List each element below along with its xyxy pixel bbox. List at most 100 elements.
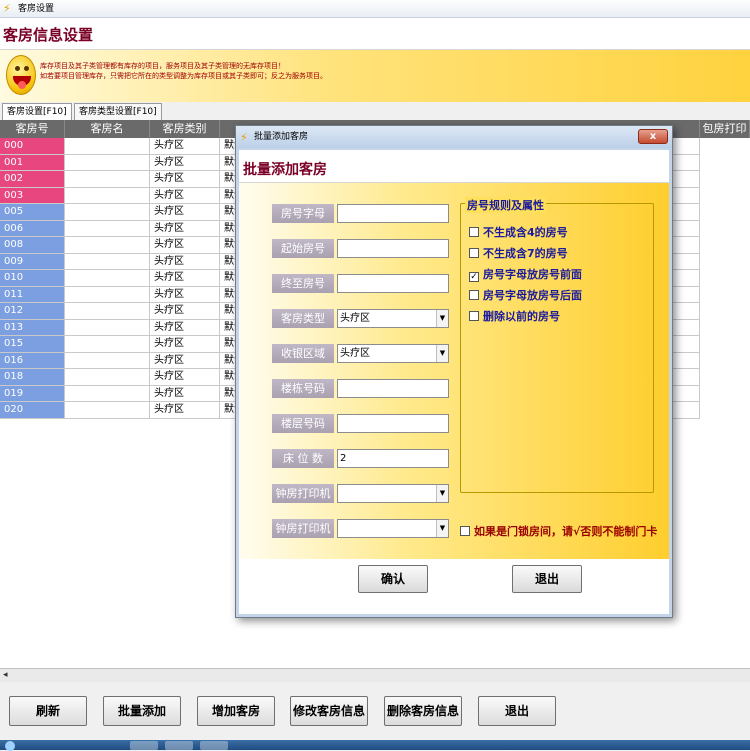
room-type-cell[interactable]: 头疗区 <box>150 369 220 386</box>
room-number-cell[interactable]: 001 <box>0 154 65 171</box>
column-header-room-printer[interactable]: 包房打印 <box>700 120 750 138</box>
room-name-cell[interactable] <box>65 286 150 303</box>
room-type-cell[interactable]: 头疗区 <box>150 319 220 336</box>
edit-room-button[interactable]: 修改客房信息 <box>290 696 368 726</box>
tab-room-settings[interactable]: 客房设置[F10] <box>2 103 72 120</box>
checkbox-icon[interactable] <box>469 227 479 237</box>
floor-number-input[interactable] <box>337 414 449 433</box>
room-type-cell[interactable]: 头疗区 <box>150 204 220 221</box>
room-number-cell[interactable]: 015 <box>0 336 65 353</box>
room-number-cell[interactable]: 000 <box>0 138 65 155</box>
chevron-down-icon[interactable]: ▼ <box>436 520 448 537</box>
checkbox-icon[interactable] <box>469 248 479 258</box>
bed-count-input[interactable]: 2 <box>337 449 449 468</box>
room-name-cell[interactable] <box>65 253 150 270</box>
tab-room-type-settings[interactable]: 客房类型设置[F10] <box>74 103 162 120</box>
room-type-cell[interactable]: 头疗区 <box>150 237 220 254</box>
room-printer-select[interactable]: ▼ <box>337 484 449 503</box>
confirm-button[interactable]: 确认 <box>358 565 428 593</box>
room-number-cell[interactable]: 002 <box>0 171 65 188</box>
room-type-cell[interactable]: 头疗区 <box>150 402 220 419</box>
room-number-cell[interactable]: 006 <box>0 220 65 237</box>
checkmark-icon[interactable]: ✓ <box>469 272 479 282</box>
rule-no-4-checkbox[interactable]: 不生成含4的房号 <box>469 224 568 239</box>
delete-room-button[interactable]: 删除客房信息 <box>384 696 462 726</box>
batch-add-button[interactable]: 批量添加 <box>103 696 181 726</box>
room-type-cell[interactable]: 头疗区 <box>150 220 220 237</box>
room-type-cell[interactable]: 头疗区 <box>150 336 220 353</box>
room-number-cell[interactable]: 010 <box>0 270 65 287</box>
room-number-cell[interactable]: 012 <box>0 303 65 320</box>
chevron-down-icon[interactable]: ▼ <box>436 345 448 362</box>
room-name-cell[interactable] <box>65 171 150 188</box>
room-name-cell[interactable] <box>65 402 150 419</box>
room-printer-select-2[interactable]: ▼ <box>337 519 449 538</box>
close-button[interactable]: x <box>638 129 668 144</box>
room-type-cell[interactable]: 头疗区 <box>150 270 220 287</box>
door-lock-checkbox[interactable]: 如果是门锁房间，请√否则不能制门卡 <box>460 523 657 539</box>
room-name-cell[interactable] <box>65 154 150 171</box>
scroll-left-icon[interactable]: ◂ <box>3 670 8 680</box>
building-number-input[interactable] <box>337 379 449 398</box>
room-type-cell[interactable]: 头疗区 <box>150 187 220 204</box>
room-name-cell[interactable] <box>65 303 150 320</box>
room-number-cell[interactable]: 018 <box>0 369 65 386</box>
room-number-cell[interactable]: 008 <box>0 237 65 254</box>
room-number-cell[interactable]: 020 <box>0 402 65 419</box>
taskbar-item[interactable] <box>200 741 228 750</box>
rule-prefix-back-checkbox[interactable]: 房号字母放房号后面 <box>469 287 582 302</box>
room-number-cell[interactable]: 009 <box>0 253 65 270</box>
cancel-button[interactable]: 退出 <box>512 565 582 593</box>
chevron-down-icon[interactable]: ▼ <box>436 310 448 327</box>
room-type-cell[interactable]: 头疗区 <box>150 138 220 155</box>
horizontal-scrollbar[interactable]: ◂ <box>0 668 750 682</box>
room-name-cell[interactable] <box>65 385 150 402</box>
room-prefix-input[interactable] <box>337 204 449 223</box>
room-name-cell[interactable] <box>65 237 150 254</box>
room-name-cell[interactable] <box>65 352 150 369</box>
start-number-label: 起始房号 <box>272 239 334 258</box>
room-number-cell[interactable]: 019 <box>0 385 65 402</box>
room-name-cell[interactable] <box>65 187 150 204</box>
room-type-cell[interactable]: 头疗区 <box>150 352 220 369</box>
column-header-room-number[interactable]: 客房号 <box>0 120 65 138</box>
room-number-cell[interactable]: 016 <box>0 352 65 369</box>
room-name-cell[interactable] <box>65 319 150 336</box>
checkbox-icon[interactable] <box>460 526 470 536</box>
column-header-room-type[interactable]: 客房类别 <box>150 120 220 138</box>
room-name-cell[interactable] <box>65 138 150 155</box>
rule-no-7-checkbox[interactable]: 不生成含7的房号 <box>469 245 568 260</box>
room-type-select[interactable]: 头疗区 ▼ <box>337 309 449 328</box>
taskbar-item[interactable] <box>130 741 158 750</box>
room-type-cell[interactable]: 头疗区 <box>150 253 220 270</box>
exit-button[interactable]: 退出 <box>478 696 556 726</box>
room-name-cell[interactable] <box>65 220 150 237</box>
room-name-cell[interactable] <box>65 369 150 386</box>
start-number-input[interactable] <box>337 239 449 258</box>
checkbox-icon[interactable] <box>469 311 479 321</box>
room-number-cell[interactable]: 013 <box>0 319 65 336</box>
checkbox-icon[interactable] <box>469 290 479 300</box>
dialog-titlebar[interactable]: ⚡ 批量添加客房 x <box>236 126 672 148</box>
os-taskbar <box>0 740 750 751</box>
column-header-room-name[interactable]: 客房名 <box>65 120 150 138</box>
add-room-button[interactable]: 增加客房 <box>197 696 275 726</box>
room-number-cell[interactable]: 011 <box>0 286 65 303</box>
room-name-cell[interactable] <box>65 336 150 353</box>
room-name-cell[interactable] <box>65 270 150 287</box>
room-type-cell[interactable]: 头疗区 <box>150 385 220 402</box>
rule-prefix-front-checkbox[interactable]: ✓ 房号字母放房号前面 <box>469 266 582 282</box>
room-type-cell[interactable]: 头疗区 <box>150 154 220 171</box>
taskbar-item[interactable] <box>165 741 193 750</box>
room-name-cell[interactable] <box>65 204 150 221</box>
room-number-cell[interactable]: 003 <box>0 187 65 204</box>
end-number-input[interactable] <box>337 274 449 293</box>
chevron-down-icon[interactable]: ▼ <box>436 485 448 502</box>
room-type-cell[interactable]: 头疗区 <box>150 286 220 303</box>
rule-delete-old-checkbox[interactable]: 删除以前的房号 <box>469 308 560 323</box>
cashier-area-select[interactable]: 头疗区 ▼ <box>337 344 449 363</box>
room-number-cell[interactable]: 005 <box>0 204 65 221</box>
room-type-cell[interactable]: 头疗区 <box>150 303 220 320</box>
refresh-button[interactable]: 刷新 <box>9 696 87 726</box>
room-type-cell[interactable]: 头疗区 <box>150 171 220 188</box>
